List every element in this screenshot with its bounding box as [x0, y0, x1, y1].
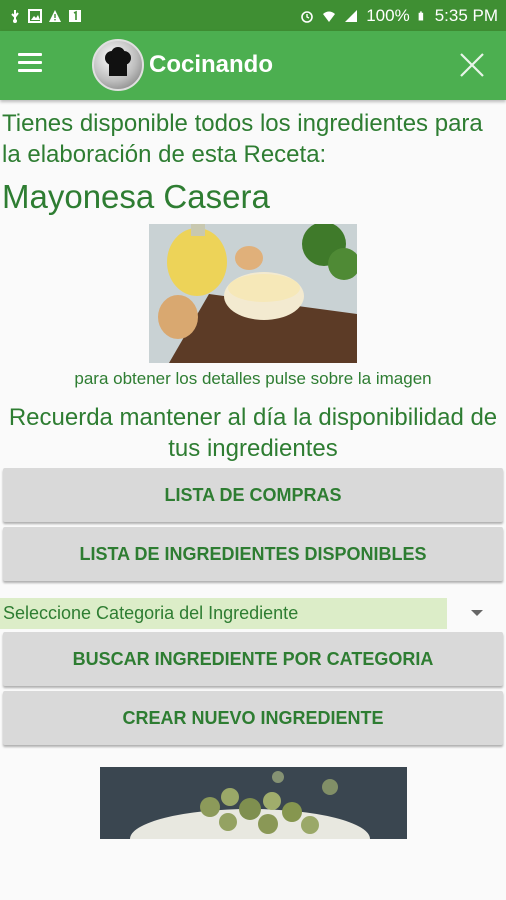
search-by-category-button[interactable]: BUSCAR INGREDIENTE POR CATEGORIA [3, 632, 503, 686]
intro-text: Tienes disponible todos los ingredientes… [2, 110, 483, 168]
wifi-icon [323, 11, 336, 22]
available-ingredients-button[interactable]: LISTA DE INGREDIENTES DISPONIBLES [3, 527, 503, 581]
reminder-text: Recuerda mantener al día la disponibilid… [8, 404, 498, 462]
recipe-title: Mayonesa Casera [2, 178, 270, 215]
alarm-icon [301, 10, 314, 23]
image-icon [28, 8, 42, 23]
app-logo [92, 39, 144, 91]
status-time: 5:35 PM [434, 5, 498, 25]
app-title: Cocinando [149, 51, 273, 78]
battery-icon [418, 11, 423, 20]
battery-percentage: 100% [366, 5, 410, 25]
create-ingredient-button[interactable]: CREAR NUEVO INGREDIENTE [3, 691, 503, 745]
image-hint: para obtener los detalles pulse sobre la… [74, 369, 432, 388]
category-select-value: Seleccione Categoria del Ingrediente [0, 598, 447, 629]
notification-1-icon [69, 9, 81, 22]
capers-image[interactable] [100, 767, 407, 869]
close-icon[interactable] [458, 51, 486, 79]
dropdown-arrow-icon [471, 610, 483, 616]
chef-hat-icon [105, 47, 131, 76]
warning-icon [49, 9, 61, 22]
category-select[interactable]: Seleccione Categoria del Ingrediente [0, 598, 506, 629]
signal-icon [345, 9, 358, 22]
menu-icon[interactable] [18, 53, 42, 73]
recipe-image[interactable] [149, 222, 360, 363]
usb-icon [11, 9, 19, 23]
capers-photo [100, 767, 407, 869]
mayonnaise-photo [149, 222, 360, 363]
shopping-list-button[interactable]: LISTA DE COMPRAS [3, 468, 503, 522]
app-bar: Cocinando [0, 31, 506, 100]
status-bar: 100% 5:35 PM [0, 0, 506, 31]
